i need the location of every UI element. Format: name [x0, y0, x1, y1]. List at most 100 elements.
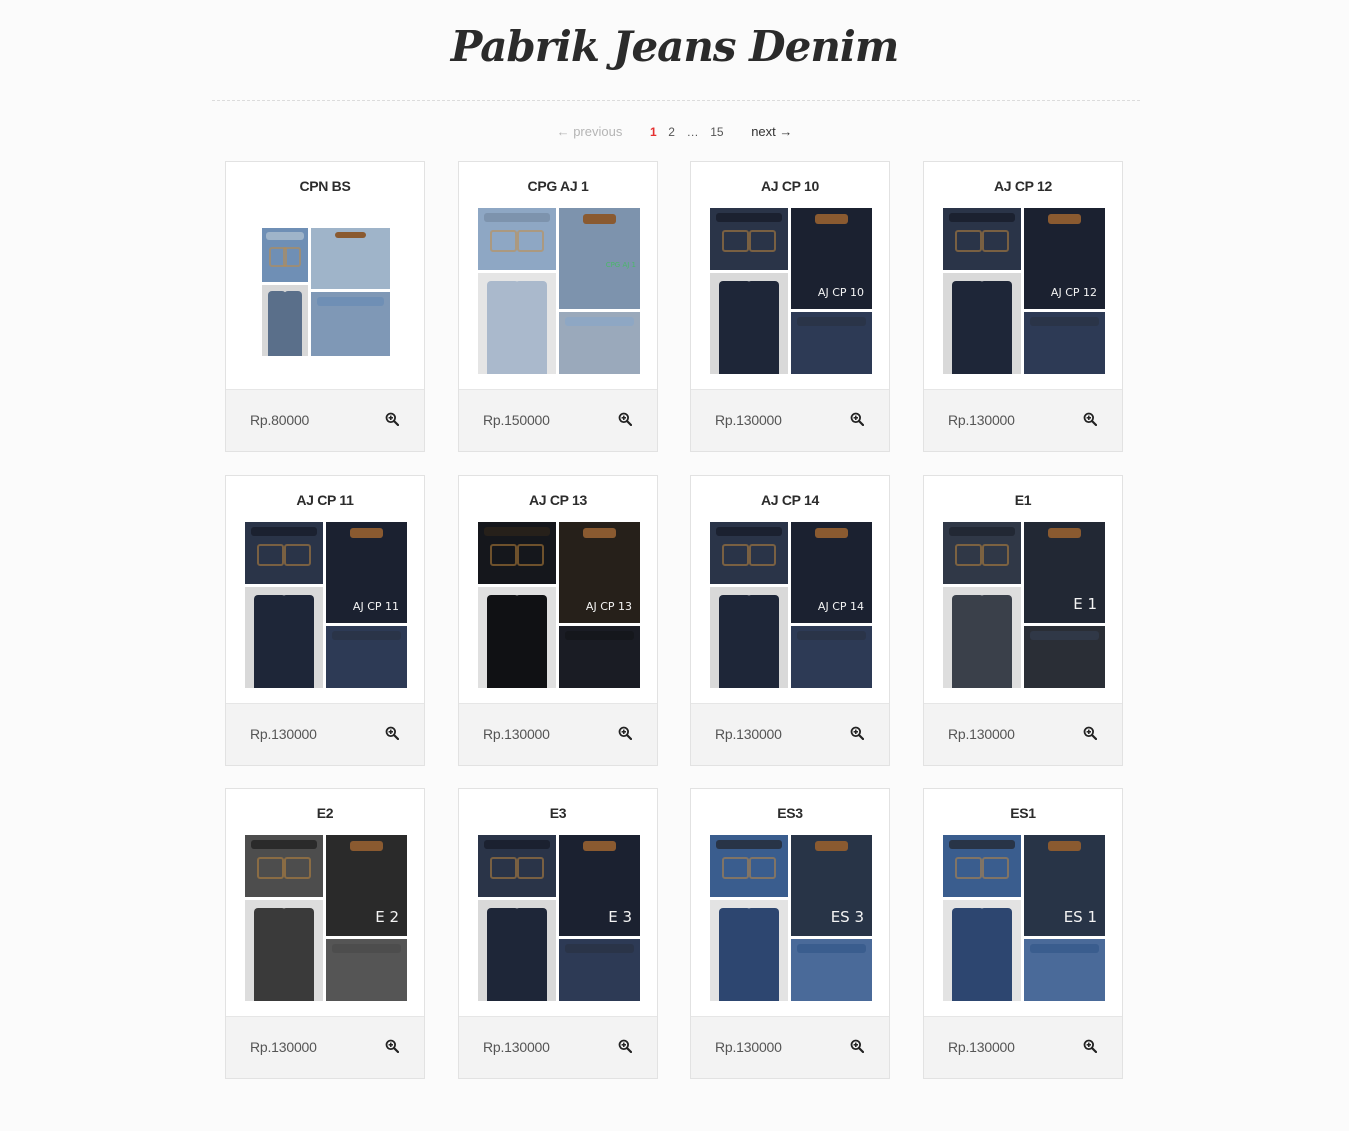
product-footer: Rp.130000 [924, 389, 1122, 451]
product-name[interactable]: CPN BS [226, 178, 424, 194]
photo-tile: ES 1 [1024, 835, 1105, 936]
photo-tile [262, 285, 308, 356]
photo-tile [943, 835, 1021, 897]
product-price: Rp.130000 [948, 1039, 1015, 1055]
product-footer: Rp.130000 [459, 1016, 657, 1078]
photo-tile [559, 312, 640, 374]
product-photo[interactable]: ES 3 [710, 835, 872, 1001]
product-name[interactable]: ES1 [924, 805, 1122, 821]
zoom-in-icon[interactable] [1083, 726, 1098, 741]
zoom-in-icon[interactable] [618, 412, 633, 427]
product-photo[interactable]: AJ CP 12 [943, 208, 1105, 374]
site-title[interactable]: Pabrik Jeans Denim [0, 22, 1349, 71]
page-link-2[interactable]: 2 [668, 125, 675, 139]
product-footer: Rp.130000 [924, 703, 1122, 765]
product-name[interactable]: AJ CP 10 [691, 178, 889, 194]
product-price: Rp.130000 [715, 412, 782, 428]
product-price: Rp.130000 [250, 726, 317, 742]
photo-tile [478, 522, 556, 584]
zoom-in-icon[interactable] [1083, 412, 1098, 427]
header-divider [212, 100, 1140, 101]
product-price: Rp.150000 [483, 412, 550, 428]
photo-tile [710, 273, 788, 374]
product-name[interactable]: AJ CP 14 [691, 492, 889, 508]
zoom-in-icon[interactable] [385, 412, 400, 427]
product-card[interactable]: ES1 ES 1 Rp.130000 [923, 788, 1123, 1079]
product-photo[interactable]: E 2 [245, 835, 407, 1001]
product-photo[interactable]: E 3 [478, 835, 640, 1001]
photo-tile [791, 939, 872, 1001]
product-photo[interactable]: AJ CP 13 [478, 522, 640, 688]
photo-tile [791, 626, 872, 688]
photo-tile [478, 835, 556, 897]
zoom-in-icon[interactable] [850, 1039, 865, 1054]
photo-tile [311, 292, 390, 356]
product-name[interactable]: ES3 [691, 805, 889, 821]
zoom-in-icon[interactable] [1083, 1039, 1098, 1054]
product-name[interactable]: E1 [924, 492, 1122, 508]
product-name[interactable]: AJ CP 13 [459, 492, 657, 508]
photo-tile [245, 835, 323, 897]
photo-tile: AJ CP 12 [1024, 208, 1105, 309]
product-footer: Rp.80000 [226, 389, 424, 451]
photo-tile [710, 900, 788, 1001]
product-footer: Rp.130000 [691, 389, 889, 451]
product-name[interactable]: CPG AJ 1 [459, 178, 657, 194]
next-link[interactable]: next → [751, 124, 792, 139]
zoom-in-icon[interactable] [850, 726, 865, 741]
product-card[interactable]: E3 E 3 Rp.130000 [458, 788, 658, 1079]
photo-tile [943, 208, 1021, 270]
product-footer: Rp.130000 [226, 703, 424, 765]
product-photo[interactable]: AJ CP 14 [710, 522, 872, 688]
photo-tile [245, 522, 323, 584]
product-name[interactable]: AJ CP 12 [924, 178, 1122, 194]
product-photo[interactable]: ES 1 [943, 835, 1105, 1001]
product-footer: Rp.130000 [924, 1016, 1122, 1078]
photo-tag-label: AJ CP 14 [817, 600, 864, 613]
product-photo[interactable]: AJ CP 10 [710, 208, 872, 374]
product-photo[interactable]: CPG AJ 1 [478, 208, 640, 374]
product-card[interactable]: AJ CP 11 AJ CP 11 Rp.130000 [225, 475, 425, 766]
product-card[interactable]: CPG AJ 1 CPG AJ 1 Rp.150000 [458, 161, 658, 452]
zoom-in-icon[interactable] [618, 1039, 633, 1054]
product-card[interactable]: E1 E 1 Rp.130000 [923, 475, 1123, 766]
photo-tile: AJ CP 14 [791, 522, 872, 623]
product-photo[interactable]: E 1 [943, 522, 1105, 688]
photo-tile [478, 587, 556, 688]
product-name[interactable]: E2 [226, 805, 424, 821]
photo-tile [478, 273, 556, 374]
photo-tile [1024, 626, 1105, 688]
photo-tile [710, 208, 788, 270]
photo-tile [943, 522, 1021, 584]
product-card[interactable]: AJ CP 14 AJ CP 14 Rp.130000 [690, 475, 890, 766]
photo-tile [478, 208, 556, 270]
photo-tile: ES 3 [791, 835, 872, 936]
page-link-15[interactable]: 15 [710, 125, 723, 139]
product-card[interactable]: ES3 ES 3 Rp.130000 [690, 788, 890, 1079]
product-footer: Rp.130000 [691, 703, 889, 765]
zoom-in-icon[interactable] [850, 412, 865, 427]
product-card[interactable]: AJ CP 10 AJ CP 10 Rp.130000 [690, 161, 890, 452]
product-photo[interactable]: AJ CP 11 [245, 522, 407, 688]
photo-tile [262, 228, 308, 282]
photo-tile: CPG AJ 1 [559, 208, 640, 309]
product-footer: Rp.130000 [459, 703, 657, 765]
page-link-1[interactable]: 1 [650, 125, 657, 139]
zoom-in-icon[interactable] [618, 726, 633, 741]
product-footer: Rp.150000 [459, 389, 657, 451]
product-price: Rp.130000 [715, 726, 782, 742]
photo-tile: E 3 [559, 835, 640, 936]
previous-link[interactable]: ← previous [557, 124, 623, 139]
product-name[interactable]: E3 [459, 805, 657, 821]
photo-tile [311, 228, 390, 289]
zoom-in-icon[interactable] [385, 726, 400, 741]
photo-tile [943, 587, 1021, 688]
product-photo[interactable] [262, 228, 390, 356]
product-card[interactable]: E2 E 2 Rp.130000 [225, 788, 425, 1079]
photo-tile [478, 900, 556, 1001]
product-card[interactable]: CPN BS Rp.80000 [225, 161, 425, 452]
product-card[interactable]: AJ CP 12 AJ CP 12 Rp.130000 [923, 161, 1123, 452]
zoom-in-icon[interactable] [385, 1039, 400, 1054]
product-card[interactable]: AJ CP 13 AJ CP 13 Rp.130000 [458, 475, 658, 766]
product-name[interactable]: AJ CP 11 [226, 492, 424, 508]
